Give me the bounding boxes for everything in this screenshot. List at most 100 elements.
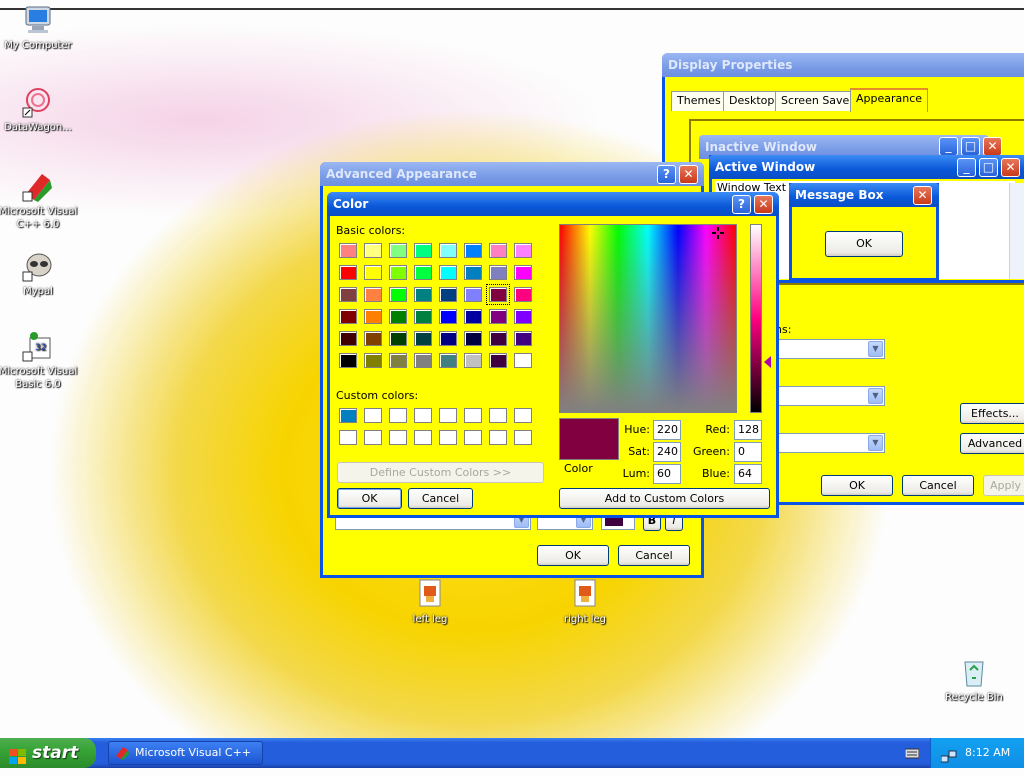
color-dialog-titlebar[interactable]: Color <box>327 192 779 216</box>
desktop-icon-my-computer[interactable]: My Computer <box>0 4 82 52</box>
display-cancel-button[interactable]: Cancel <box>902 475 974 496</box>
red-input[interactable]: 128 <box>734 420 762 440</box>
tab-themes[interactable]: Themes <box>671 91 727 111</box>
color-swatch[interactable] <box>364 430 382 445</box>
color-swatch[interactable] <box>339 408 357 423</box>
color-swatch[interactable] <box>364 331 382 346</box>
color-swatch[interactable] <box>489 243 507 258</box>
color-swatch[interactable] <box>514 430 532 445</box>
color-swatch[interactable] <box>439 408 457 423</box>
color-swatch[interactable] <box>439 287 457 302</box>
luminance-arrow-icon[interactable] <box>764 356 771 368</box>
color-swatch[interactable] <box>389 408 407 423</box>
color-ok-button[interactable]: OK <box>337 488 402 509</box>
advanced-cancel-button[interactable]: Cancel <box>618 545 690 566</box>
color-swatch[interactable] <box>489 331 507 346</box>
color-swatch[interactable] <box>486 284 510 305</box>
color-swatch[interactable] <box>464 265 482 280</box>
effects-button[interactable]: Effects... <box>960 403 1024 424</box>
add-to-custom-colors-button[interactable]: Add to Custom Colors <box>559 488 770 509</box>
color-swatch[interactable] <box>464 287 482 302</box>
taskbar-item-visual-cpp[interactable]: Microsoft Visual C++ <box>108 741 263 765</box>
display-properties-titlebar[interactable]: Display Properties <box>662 53 1024 77</box>
color-swatch[interactable] <box>489 408 507 423</box>
color-swatch[interactable] <box>514 243 532 258</box>
tab-screen-saver[interactable]: Screen Saver <box>775 91 860 111</box>
luminance-bar[interactable] <box>750 224 762 413</box>
color-swatch[interactable] <box>439 331 457 346</box>
color-swatch[interactable] <box>464 331 482 346</box>
color-swatch[interactable] <box>489 309 507 324</box>
color-swatch[interactable] <box>389 430 407 445</box>
help-icon[interactable]: ? <box>657 165 676 184</box>
color-swatch[interactable] <box>389 331 407 346</box>
color-swatch[interactable] <box>514 287 532 302</box>
color-swatch[interactable] <box>339 243 357 258</box>
color-swatch[interactable] <box>389 287 407 302</box>
color-swatch[interactable] <box>339 287 357 302</box>
color-swatch[interactable] <box>339 353 357 368</box>
start-button[interactable]: start <box>0 738 96 768</box>
tab-desktop[interactable]: Desktop <box>723 91 781 111</box>
color-swatch[interactable] <box>339 430 357 445</box>
color-swatch[interactable] <box>364 309 382 324</box>
color-swatch[interactable] <box>364 353 382 368</box>
color-swatch[interactable] <box>464 243 482 258</box>
sat-input[interactable]: 240 <box>653 442 681 462</box>
network-icon[interactable] <box>940 746 957 763</box>
color-swatch[interactable] <box>414 430 432 445</box>
color-swatch[interactable] <box>439 265 457 280</box>
color-swatch[interactable] <box>464 430 482 445</box>
color-swatch[interactable] <box>364 287 382 302</box>
color-swatch[interactable] <box>414 265 432 280</box>
font-size-combo[interactable]: ▼ <box>775 433 885 453</box>
color-scheme-combo[interactable]: ▼ <box>775 386 885 406</box>
color-swatch[interactable] <box>514 331 532 346</box>
color-swatch[interactable] <box>339 331 357 346</box>
color-swatch[interactable] <box>389 309 407 324</box>
color-swatch[interactable] <box>514 309 532 324</box>
desktop-icon-mypal[interactable]: Mypal <box>0 250 82 298</box>
color-swatch[interactable] <box>364 243 382 258</box>
color-swatch[interactable] <box>364 265 382 280</box>
color-swatch[interactable] <box>439 243 457 258</box>
hue-input[interactable]: 220 <box>653 420 681 440</box>
advanced-ok-button[interactable]: OK <box>537 545 609 566</box>
color-swatch[interactable] <box>414 331 432 346</box>
close-icon[interactable]: ✕ <box>679 165 698 184</box>
color-swatch[interactable] <box>514 408 532 423</box>
advanced-button[interactable]: Advanced <box>960 433 1024 454</box>
desktop-icon-left-leg[interactable]: left leg <box>386 578 474 626</box>
blue-input[interactable]: 64 <box>734 464 762 484</box>
color-swatch[interactable] <box>339 309 357 324</box>
advanced-appearance-titlebar[interactable]: Advanced Appearance <box>320 162 704 186</box>
desktop-icon-right-leg[interactable]: right leg <box>541 578 629 626</box>
color-swatch[interactable] <box>389 353 407 368</box>
color-cancel-button[interactable]: Cancel <box>408 488 473 509</box>
clock[interactable]: 8:12 AM <box>965 746 1010 759</box>
desktop-icon-visual-cpp[interactable]: Microsoft Visual C++ 6.0 <box>0 170 82 231</box>
color-swatch[interactable] <box>489 353 507 368</box>
color-swatch[interactable] <box>439 353 457 368</box>
windows-and-buttons-combo[interactable]: ▼ <box>775 339 885 359</box>
color-swatch[interactable] <box>489 265 507 280</box>
desktop-icon-recycle-bin[interactable]: Recycle Bin <box>930 656 1018 704</box>
color-swatch[interactable] <box>414 287 432 302</box>
color-swatch[interactable] <box>389 265 407 280</box>
desktop-icon-datawagon[interactable]: DataWagon... <box>0 86 82 134</box>
color-swatch[interactable] <box>439 309 457 324</box>
green-input[interactable]: 0 <box>734 442 762 462</box>
color-swatch[interactable] <box>464 353 482 368</box>
color-swatch[interactable] <box>464 309 482 324</box>
keyboard-icon[interactable] <box>904 747 920 759</box>
color-swatch[interactable] <box>414 408 432 423</box>
lum-input[interactable]: 60 <box>653 464 681 484</box>
display-ok-button[interactable]: OK <box>821 475 893 496</box>
color-swatch[interactable] <box>489 430 507 445</box>
color-swatch[interactable] <box>414 309 432 324</box>
define-custom-colors-button[interactable]: Define Custom Colors >> <box>337 462 544 483</box>
tab-appearance[interactable]: Appearance <box>850 88 929 112</box>
color-spectrum[interactable] <box>559 224 737 413</box>
color-swatch[interactable] <box>389 243 407 258</box>
color-swatch[interactable] <box>364 408 382 423</box>
